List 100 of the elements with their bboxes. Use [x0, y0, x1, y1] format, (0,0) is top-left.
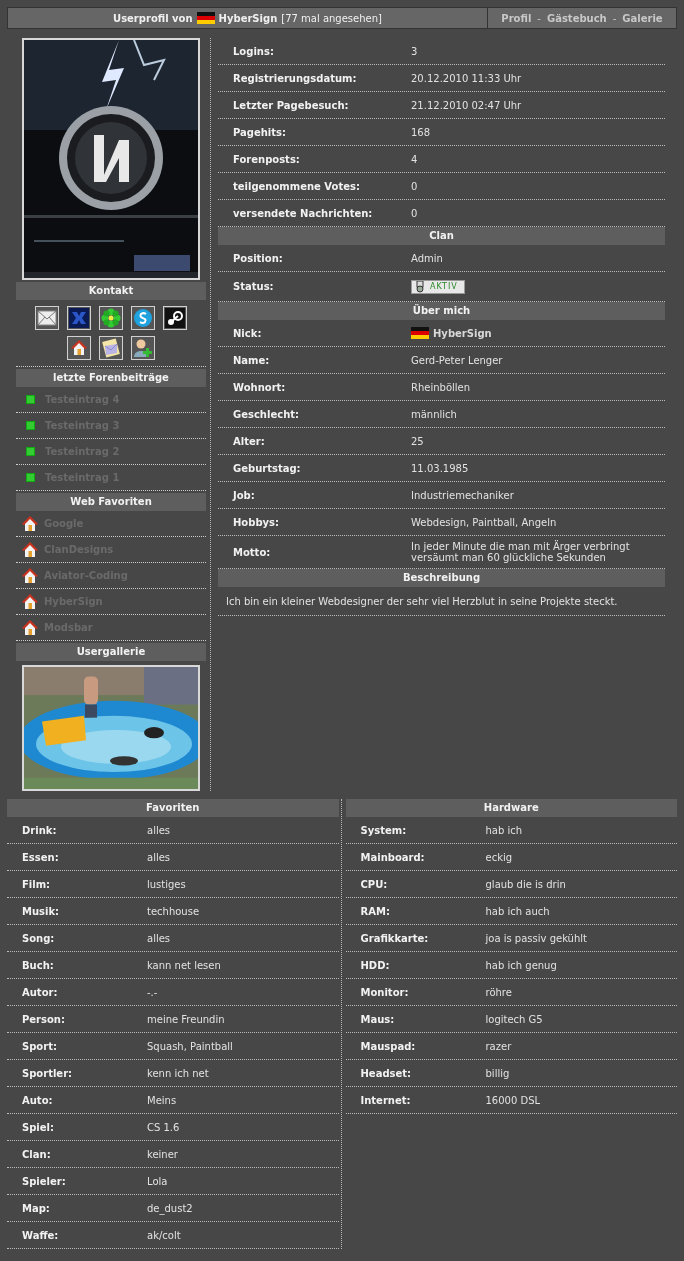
field-value: keiner	[147, 1147, 179, 1162]
separator: -	[612, 12, 617, 24]
field-label: Mauspad:	[359, 1040, 417, 1052]
field-label: Spiel:	[21, 1121, 55, 1133]
field-label: Registrierungsdatum:	[232, 72, 358, 84]
section-header: Beschreibung	[218, 569, 665, 587]
section-header: Web Favoriten	[16, 493, 206, 511]
field-value: glaub die is drin	[485, 877, 567, 892]
field-value: Meins	[147, 1093, 178, 1108]
field-label: Status:	[232, 281, 275, 292]
field-value: kann net lesen	[147, 958, 222, 973]
field-value: Rheinböllen	[411, 380, 472, 395]
separator: -	[537, 12, 541, 24]
field-value: razer	[485, 1039, 513, 1054]
field-label: Drink:	[21, 824, 58, 836]
field-value: Industriemechaniker	[411, 488, 515, 503]
field-value: röhre	[485, 985, 513, 1000]
field-value: hab ich	[485, 823, 524, 838]
field-value: ak/colt	[147, 1228, 182, 1243]
field-label: Motto:	[232, 546, 272, 558]
nav-link[interactable]: Profil	[501, 12, 532, 24]
section-header: Usergallerie	[16, 643, 206, 661]
field-label: Sport:	[21, 1040, 58, 1052]
field-label: Forenposts:	[232, 153, 301, 165]
field-value: -.-	[147, 985, 159, 1000]
field-label: Grafikkarte:	[359, 932, 430, 944]
field-value: Gerd-Peter Lenger	[411, 353, 504, 368]
field-value: Lola	[147, 1174, 169, 1189]
field-value: de_dust2	[147, 1201, 194, 1217]
field-value: meine Freundin	[147, 1012, 226, 1027]
field-value: logitech G5	[485, 1012, 544, 1027]
field-label: HDD:	[359, 959, 391, 971]
field-label: teilgenommene Votes:	[232, 180, 361, 192]
section-header: Kontakt	[16, 282, 206, 300]
field-label: Map:	[21, 1202, 51, 1214]
field-label: Auto:	[21, 1094, 54, 1106]
field-label: Spieler:	[21, 1175, 67, 1187]
field-label: Geburtstag:	[232, 462, 302, 474]
field-label: Logins:	[232, 45, 275, 57]
field-value: In jeder Minute die man mit Ärger verbringt versäumt man 60 glückliche Sekunden	[411, 539, 631, 565]
field-label: Essen:	[21, 851, 60, 863]
field-value: billig	[485, 1066, 511, 1081]
field-value: 168	[411, 125, 432, 140]
field-value: 3	[411, 44, 419, 59]
field-value: 16000 DSL	[485, 1093, 542, 1108]
field-label: Hobbys:	[232, 516, 281, 528]
field-value: 0	[411, 206, 419, 221]
nav-link[interactable]: Galerie	[622, 12, 663, 24]
field-label: Mainboard:	[359, 851, 426, 863]
field-label: Letzter Pagebesuch:	[232, 99, 350, 111]
field-label: Person:	[21, 1013, 66, 1025]
field-label: versendete Nachrichten:	[232, 207, 374, 219]
field-label: Headset:	[359, 1067, 413, 1079]
field-label: Autor:	[21, 986, 59, 998]
section-header: Clan	[218, 227, 665, 245]
field-value: alles	[147, 931, 172, 946]
field-label: Name:	[232, 354, 271, 366]
section-header: Favoriten	[7, 799, 339, 817]
field-label: Song:	[21, 932, 56, 944]
field-label: Maus:	[359, 1013, 396, 1025]
field-label: Pagehits:	[232, 126, 288, 138]
field-value: joa is passiv gekühlt	[485, 931, 588, 946]
field-value: 4	[411, 152, 419, 167]
field-label: Buch:	[21, 959, 55, 971]
field-value: 21.12.2010 02:47 Uhr	[411, 98, 523, 113]
username: HyberSign	[218, 12, 278, 24]
field-value: Webdesign, Paintball, Angeln	[411, 515, 558, 530]
field-value: alles	[147, 850, 172, 865]
field-value: CS 1.6	[147, 1120, 181, 1135]
description-text: Ich bin ein kleiner Webdesigner der sehr viel Herzblut in seine Projekte steckt.	[226, 595, 619, 608]
field-label: RAM:	[359, 905, 391, 917]
section-header: letzte Forenbeiträge	[16, 369, 206, 387]
title-prefix: Userprofil von	[113, 12, 193, 24]
field-label: Musik:	[21, 905, 61, 917]
nav-link[interactable]: Gästebuch	[546, 12, 607, 24]
field-value: Squash, Paintball	[147, 1039, 234, 1054]
field-value: 20.12.2010 11:33 Uhr	[411, 71, 523, 86]
field-value: eckig	[485, 850, 514, 865]
field-label: Sportler:	[21, 1067, 74, 1079]
field-value: hab ich genug	[485, 958, 558, 973]
field-value: 11.03.1985	[411, 461, 470, 476]
field-value: hab ich auch	[485, 904, 551, 919]
field-label: Geschlecht:	[232, 408, 301, 420]
view-count: [77 mal angesehen]	[281, 12, 382, 24]
field-label: Position:	[232, 252, 284, 264]
field-value: Admin	[411, 251, 444, 266]
field-label: Internet:	[359, 1094, 412, 1106]
field-label: Wohnort:	[232, 381, 287, 393]
field-label: Alter:	[232, 435, 266, 447]
field-value: lustiges	[147, 877, 187, 892]
field-value: HyberSign	[433, 327, 492, 339]
field-value: kenn ich net	[147, 1066, 210, 1081]
field-value: 0	[411, 179, 419, 194]
field-label: Nick:	[232, 327, 263, 339]
field-label: Clan:	[21, 1148, 52, 1160]
field-label: Waffe:	[21, 1229, 60, 1241]
section-header: Hardware	[345, 799, 677, 817]
field-label: CPU:	[359, 878, 389, 890]
field-value: techhouse	[147, 904, 201, 919]
status-badge: AKTIV	[411, 279, 465, 294]
